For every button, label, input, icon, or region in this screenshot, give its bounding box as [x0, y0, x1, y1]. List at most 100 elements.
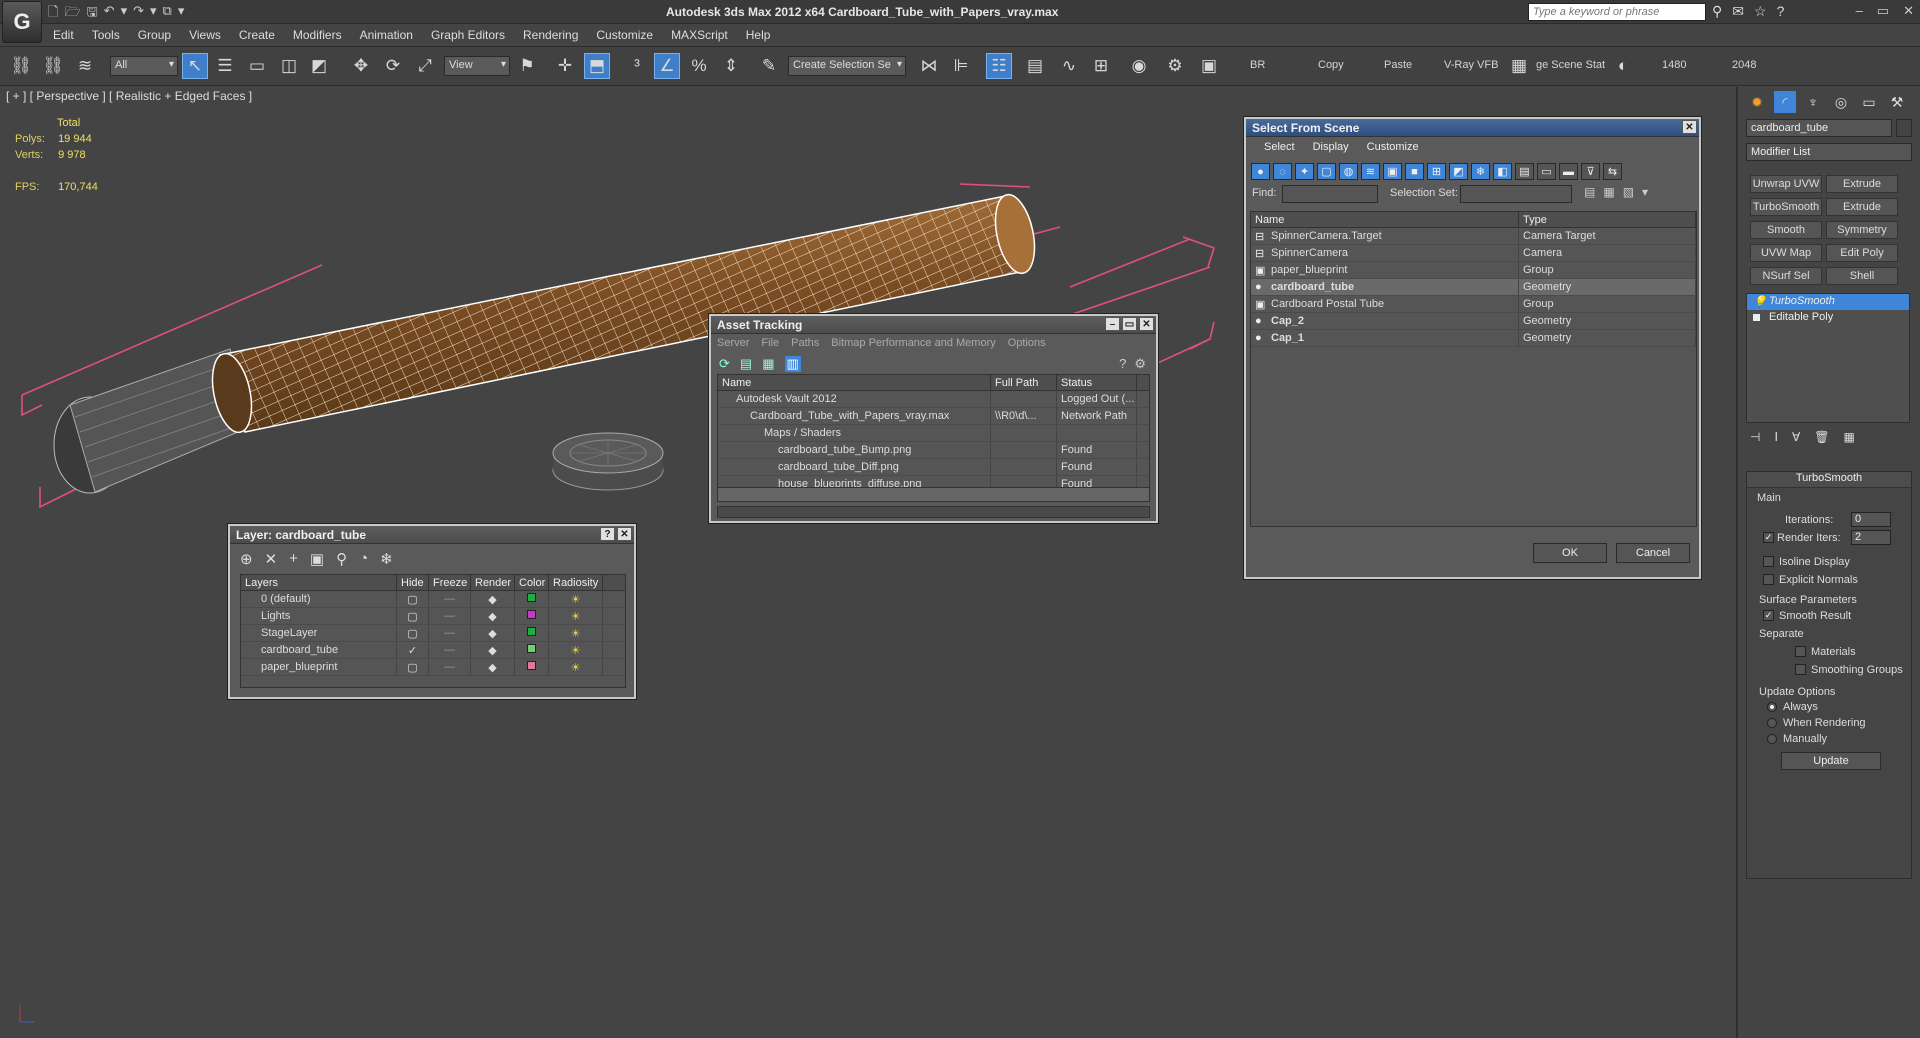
display-helpers-icon[interactable]: ◍ [1339, 163, 1358, 180]
freeze-toggle[interactable]: — [429, 625, 471, 641]
freeze-toggle[interactable]: — [429, 608, 471, 624]
freeze-all-icon[interactable]: ❄ [380, 550, 393, 568]
stack-item-turbosmooth[interactable]: 💡 TurboSmooth [1747, 294, 1909, 310]
display-geometry-icon[interactable]: ● [1251, 163, 1270, 180]
column-color[interactable]: Color [515, 575, 549, 590]
display-tab-icon[interactable]: ▭ [1858, 91, 1880, 113]
help-icon[interactable]: ? [1119, 356, 1126, 372]
menu-help[interactable]: Help [737, 25, 780, 45]
radiosity-icon[interactable]: ☀ [549, 625, 603, 641]
create-layer-icon[interactable]: ⊕ [240, 550, 253, 568]
new-file-icon[interactable]: 🗋 [48, 3, 58, 25]
modifier-button-unwrap-uvw[interactable]: Unwrap UVW [1750, 175, 1822, 193]
grid-view-icon[interactable]: ▥ [784, 356, 801, 372]
display-hidden-icon[interactable]: ◧ [1493, 163, 1512, 180]
hide-toggle[interactable]: ▢ [397, 591, 429, 607]
render-iters-spinner[interactable]: 2 [1851, 530, 1891, 545]
display-invert-icon[interactable]: ▬ [1559, 163, 1578, 180]
help-icon[interactable]: ? [600, 527, 615, 541]
asset-menu-options[interactable]: Options [1008, 337, 1046, 349]
curve-editor-icon[interactable]: ∿ [1056, 53, 1082, 79]
column-render[interactable]: Render [471, 575, 515, 590]
favorites-icon[interactable]: ☆ [1754, 3, 1767, 20]
hide-toggle[interactable]: ▢ [397, 608, 429, 624]
search-input[interactable]: Type a keyword or phrase [1528, 3, 1706, 21]
column-status[interactable]: Status [1057, 375, 1137, 390]
layer-row[interactable]: 0 (default) ▢ — ◆ ☀ [241, 591, 625, 608]
lightbulb-icon[interactable]: 💡 [1753, 295, 1767, 308]
settings-icon[interactable]: ⚙ [1134, 356, 1146, 372]
refresh-icon[interactable]: ⟳ [719, 356, 730, 372]
menu-graph-editors[interactable]: Graph Editors [422, 25, 514, 45]
highlight-layer-icon[interactable]: ⚲ [336, 550, 347, 568]
menu-animation[interactable]: Animation [351, 25, 422, 45]
menu-create[interactable]: Create [230, 25, 284, 45]
chevron-down-icon[interactable]: ▾ [1642, 185, 1648, 199]
manually-radio[interactable] [1767, 734, 1777, 744]
column-freeze[interactable]: Freeze [429, 575, 471, 590]
menu-rendering[interactable]: Rendering [514, 25, 587, 45]
render-frame-icon[interactable]: ▣ [1196, 53, 1222, 79]
display-space-warps-icon[interactable]: ≋ [1361, 163, 1380, 180]
selection-filter-dropdown[interactable]: All [110, 56, 178, 76]
materials-checkbox[interactable] [1795, 646, 1806, 657]
column-hide[interactable]: Hide [397, 575, 429, 590]
column-full-path[interactable]: Full Path [991, 375, 1057, 390]
named-selection-set-dropdown[interactable]: Create Selection Se [788, 56, 906, 76]
radiosity-icon[interactable]: ☀ [549, 659, 603, 675]
smooth-result-checkbox[interactable]: ✓ [1763, 610, 1774, 621]
make-unique-icon[interactable]: ∀ [1792, 430, 1800, 444]
menu-modifiers[interactable]: Modifiers [284, 25, 351, 45]
delete-layer-icon[interactable]: ✕ [265, 550, 278, 568]
scene-object-row[interactable]: ⊟ SpinnerCamera.Target Camera Target [1251, 228, 1696, 245]
show-end-result-icon[interactable]: Ⅰ [1774, 430, 1778, 444]
asset-menu-bitmap-performance[interactable]: Bitmap Performance and Memory [831, 337, 995, 349]
asset-row[interactable]: cardboard_tube_Diff.png Found [718, 459, 1149, 476]
display-groups-icon[interactable]: ▣ [1383, 163, 1402, 180]
render-setup-icon[interactable]: ⚙ [1162, 53, 1188, 79]
filter-icon[interactable]: ⊽ [1581, 163, 1600, 180]
close-icon[interactable]: ✕ [1903, 3, 1914, 19]
redo-icon[interactable]: ↷ [133, 3, 144, 25]
asset-menu-server[interactable]: Server [717, 337, 749, 349]
radiosity-icon[interactable]: ☀ [549, 608, 603, 624]
select-menu-select[interactable]: Select [1264, 141, 1295, 153]
hide-all-icon[interactable]: ◔ [359, 550, 368, 568]
chevron-down-icon[interactable]: ▾ [121, 3, 128, 25]
ok-button[interactable]: OK [1533, 543, 1607, 563]
perspective-viewport[interactable]: [ + ] [ Perspective ] [ Realistic + Edge… [0, 87, 1738, 1038]
explicit-normals-checkbox[interactable] [1763, 574, 1774, 585]
modifier-button-extrude[interactable]: Extrude [1826, 198, 1898, 216]
maximize-icon[interactable]: ▭ [1877, 3, 1889, 19]
sync-selection-icon[interactable]: ⇆ [1603, 163, 1622, 180]
display-all-icon[interactable]: ▤ [1515, 163, 1534, 180]
project-folder-icon[interactable]: ⧉ [163, 3, 172, 25]
resolution-1480-button[interactable]: 1480 [1662, 59, 1686, 71]
render-toggle-icon[interactable]: ◆ [471, 591, 515, 607]
menu-group[interactable]: Group [129, 25, 180, 45]
br-button[interactable]: BR [1250, 59, 1265, 71]
asset-row[interactable]: cardboard_tube_Bump.png Found [718, 442, 1149, 459]
scene-object-row[interactable]: ● Cap_1 Geometry [1251, 330, 1696, 347]
when-rendering-radio[interactable] [1767, 718, 1777, 728]
layer-row[interactable]: cardboard_tube ✓ — ◆ ☀ [241, 642, 625, 659]
hide-toggle[interactable]: ▢ [397, 659, 429, 675]
layer-row[interactable]: StageLayer ▢ — ◆ ☀ [241, 625, 625, 642]
column-layers[interactable]: Layers [241, 575, 397, 590]
edit-named-selection-icon[interactable]: ✎ [756, 53, 782, 79]
minimize-icon[interactable]: – [1856, 3, 1863, 19]
close-icon[interactable]: ✕ [1139, 317, 1154, 331]
angle-snap-icon[interactable]: ∠ [654, 53, 680, 79]
column-type[interactable]: Type [1519, 212, 1696, 227]
modifier-button-nsurf-sel[interactable]: NSurf Sel [1750, 267, 1822, 285]
open-file-icon[interactable]: 🗁 [64, 3, 80, 25]
rectangular-selection-icon[interactable]: ▭ [244, 53, 270, 79]
scene-object-row[interactable]: ⊟ SpinnerCamera Camera [1251, 245, 1696, 262]
select-in-layer-icon[interactable]: ▣ [310, 550, 324, 568]
schematic-view-icon[interactable]: ⊞ [1088, 53, 1114, 79]
radiosity-icon[interactable]: ☀ [549, 591, 603, 607]
create-selection-set-icon[interactable]: ▤ [1584, 185, 1595, 199]
window-crossing-icon[interactable]: ◫ [276, 53, 302, 79]
select-from-scene-window[interactable]: Select From Scene ✕ Select Display Custo… [1244, 117, 1701, 579]
graphite-ribbon-icon[interactable]: ▤ [1022, 53, 1048, 79]
